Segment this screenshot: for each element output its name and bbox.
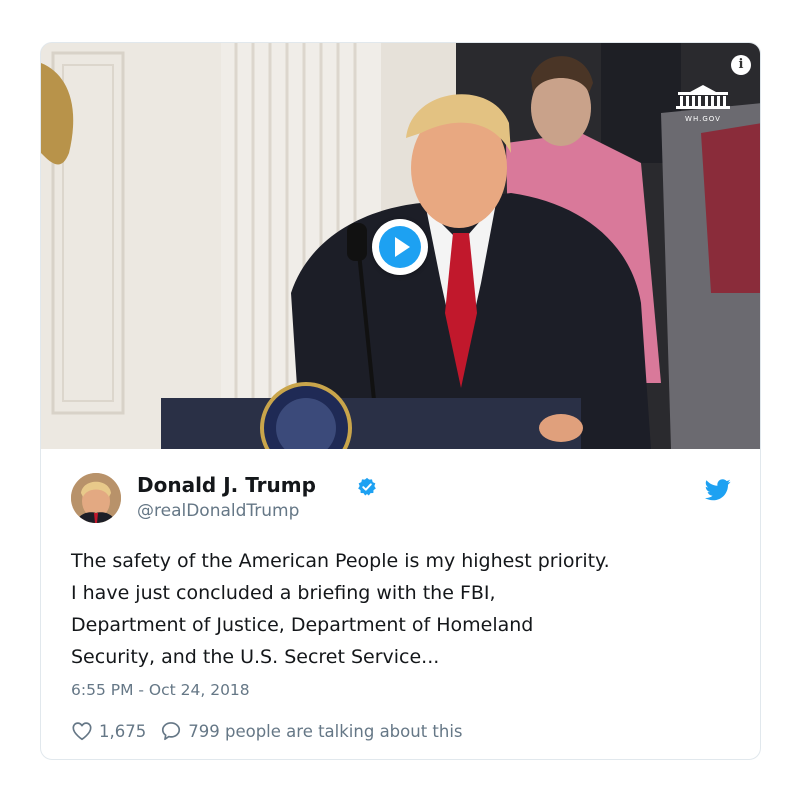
tweet-text-line: Security, and the U.S. Secret Service...	[71, 646, 440, 668]
heart-icon	[72, 722, 92, 741]
speech-bubble-icon	[162, 722, 181, 741]
conversation-link[interactable]: 799 people are talking about this	[160, 720, 463, 742]
info-icon[interactable]: i	[731, 55, 751, 75]
play-button[interactable]	[372, 219, 428, 275]
tweet-text-line: I have just concluded a briefing with th…	[71, 582, 496, 604]
tweet-timestamp[interactable]: 6:55 PM - Oct 24, 2018	[71, 681, 250, 699]
tweet-text: The safety of the American People is my …	[71, 545, 741, 673]
verified-badge-icon	[358, 477, 376, 496]
avatar-image	[71, 473, 121, 523]
video-player[interactable]: i WH.GOV	[41, 43, 760, 449]
like-button[interactable]: 1,675	[71, 720, 146, 742]
avatar[interactable]	[71, 473, 121, 523]
author-name[interactable]: Donald J. Trump	[137, 473, 316, 497]
play-icon	[379, 226, 421, 268]
tweet-text-line: The safety of the American People is my …	[71, 550, 610, 572]
tweet-card[interactable]: i WH.GOV Donald J. Trump @realDonaldTrum…	[40, 42, 761, 760]
like-count: 1,675	[99, 721, 147, 741]
tweet-body: Donald J. Trump @realDonaldTrump The saf…	[41, 449, 760, 759]
tweet-text-line: Department of Justice, Department of Hom…	[71, 614, 534, 636]
white-house-watermark: WH.GOV	[674, 83, 732, 123]
twitter-bird-icon[interactable]	[705, 479, 731, 501]
author-handle[interactable]: @realDonaldTrump	[137, 501, 299, 521]
tweet-actions: 1,675 799 people are talking about this	[71, 717, 463, 745]
watermark-text: WH.GOV	[685, 115, 721, 123]
white-house-icon	[676, 85, 730, 109]
conversation-text: 799 people are talking about this	[188, 721, 463, 741]
